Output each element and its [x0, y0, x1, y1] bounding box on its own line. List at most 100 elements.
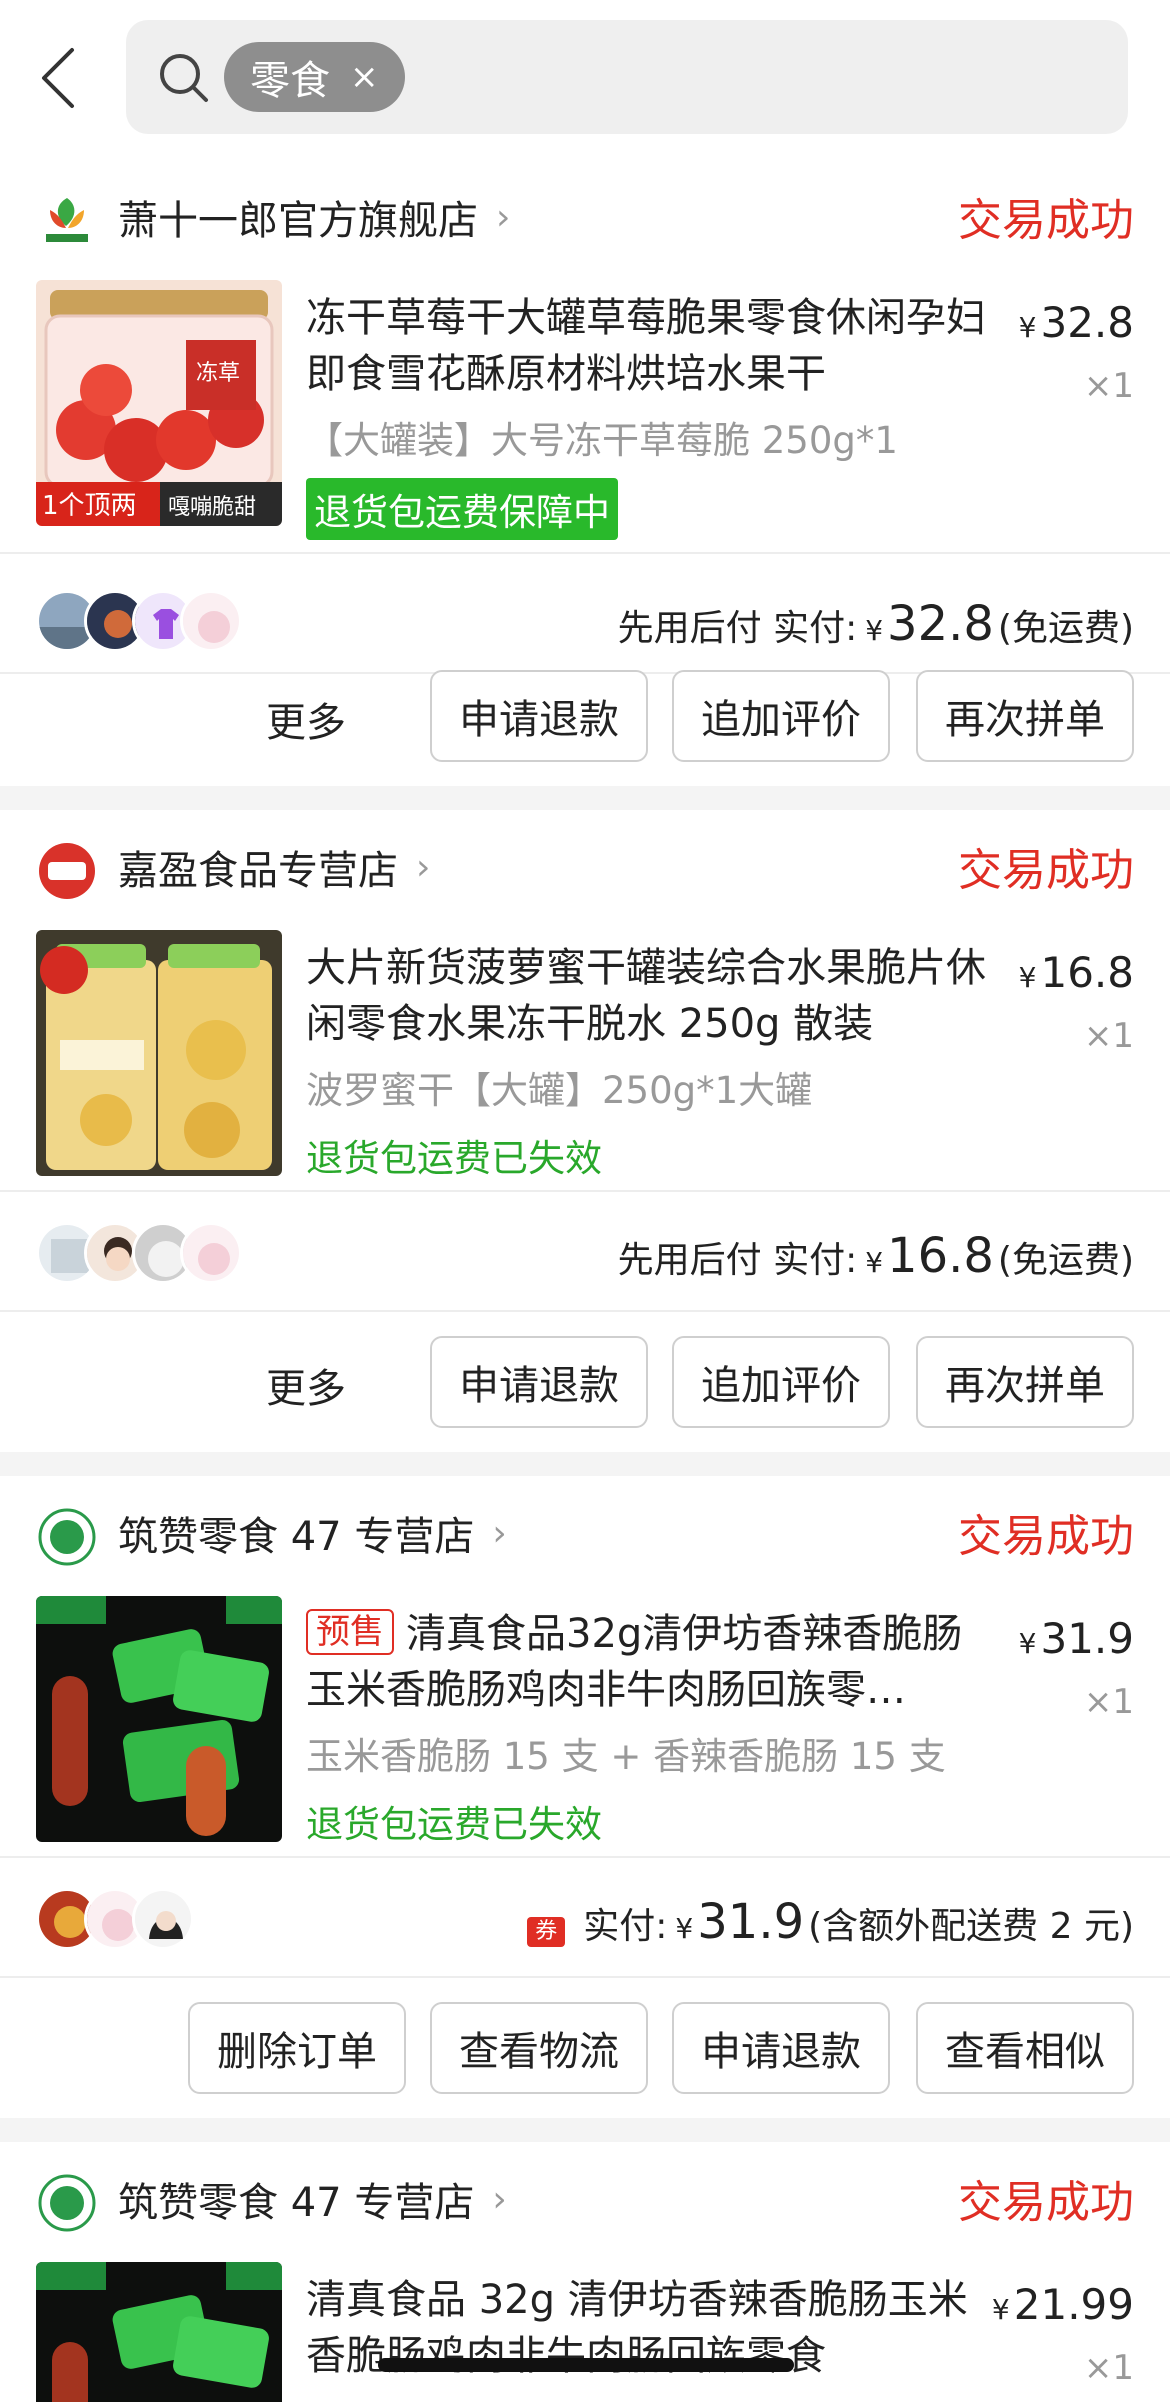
section-gap — [0, 786, 1170, 810]
shop-logo — [36, 190, 98, 252]
search-chip-label: 零食 — [250, 58, 330, 104]
shop-row[interactable]: 嘉盈食品专营店 › 交易成功 — [0, 810, 1170, 908]
chevron-right-icon: › — [492, 1512, 507, 1554]
reorder-button[interactable]: 再次拼单 — [916, 670, 1134, 762]
avatar — [132, 1888, 194, 1950]
currency-symbol: ¥ — [865, 614, 884, 647]
pay-note: (含额外配送费 2 元) — [808, 1906, 1134, 1947]
reorder-button[interactable]: 再次拼单 — [916, 1336, 1134, 1428]
header: 零食 × — [0, 0, 1170, 160]
product-title[interactable]: 冻干草莓干大罐草莓脆果零食休闲孕妇即食雪花酥原材料烘培水果干 — [306, 290, 986, 402]
shop-row[interactable]: 筑赞零食 47 专营店 › 交易成功 — [0, 2142, 1170, 2240]
coupon-icon: 券 — [527, 1917, 566, 1947]
search-chip[interactable]: 零食 × — [224, 42, 405, 112]
view-logistics-button[interactable]: 查看物流 — [430, 2002, 648, 2094]
product-spec: 香辣香脆肠 10 支 + 玉米香脆肠 10 支 — [306, 2392, 946, 2402]
shop-row[interactable]: 萧十一郎官方旗舰店 › 交易成功 — [0, 160, 1170, 258]
request-refund-button[interactable]: 申请退款 — [430, 1336, 648, 1428]
pay-note: (免运费) — [997, 608, 1134, 649]
shop-name[interactable]: 筑赞零食 47 专营店 › — [118, 1504, 507, 1562]
order-actions: 删除订单 查看物流 申请退款 查看相似 — [0, 2002, 1170, 2094]
product-image[interactable] — [36, 2262, 282, 2402]
divider — [0, 1190, 1170, 1192]
product-price: ¥31.9 — [1018, 1614, 1134, 1663]
shop-logo — [36, 2172, 98, 2234]
chevron-right-icon: › — [492, 2178, 507, 2220]
payment-summary: 券 实付: ¥ 31.9 (含额外配送费 2 元) — [527, 1894, 1134, 1950]
order-card: 嘉盈食品专营店 › 交易成功 大片新货菠萝蜜干罐装综合水果脆片休闲零食水果冻干脱… — [0, 810, 1170, 1452]
section-gap — [0, 2118, 1170, 2142]
shop-name[interactable]: 筑赞零食 47 专营店 › — [118, 2170, 507, 2228]
add-review-button[interactable]: 追加评价 — [672, 1336, 890, 1428]
pay-prefix: 实付: — [583, 1906, 668, 1947]
chevron-right-icon: › — [496, 196, 511, 238]
product-qty: ×1 — [1083, 366, 1134, 406]
product-qty: ×1 — [1083, 1682, 1134, 1722]
delete-order-button[interactable]: 删除订单 — [188, 2002, 406, 2094]
product-title[interactable]: 预售 清真食品32g清伊坊香辣香脆肠玉米香脆肠鸡肉非牛肉肠回族零… — [306, 1606, 986, 1718]
currency-symbol: ¥ — [675, 1912, 694, 1945]
order-card: 萧十一郎官方旗舰店 › 交易成功 冻草 1个顶两 嘎嘣脆甜 冻干草莓干大罐草莓脆… — [0, 160, 1170, 786]
shop-logo — [36, 1506, 98, 1568]
home-indicator[interactable] — [378, 2358, 794, 2372]
request-refund-button[interactable]: 申请退款 — [672, 2002, 890, 2094]
product-spec: 玉米香脆肠 15 支 + 香辣香脆肠 15 支 — [306, 1735, 946, 1778]
search-bar[interactable]: 零食 × — [126, 20, 1128, 134]
shop-name-label: 嘉盈食品专营店 — [118, 848, 398, 894]
search-icon — [160, 54, 208, 102]
product-title-text: 清真食品32g清伊坊香辣香脆肠玉米香脆肠鸡肉非牛肉肠回族零… — [306, 1611, 963, 1713]
svg-text:冻草: 冻草 — [196, 361, 240, 386]
chip-close-icon[interactable]: × — [350, 57, 379, 97]
product-qty: ×1 — [1083, 1016, 1134, 1056]
product-image[interactable]: 冻草 1个顶两 嘎嘣脆甜 — [36, 280, 282, 526]
more-button[interactable]: 更多 — [266, 1356, 346, 1414]
chevron-left-icon — [42, 48, 74, 108]
order-status: 交易成功 — [958, 845, 1134, 896]
divider — [0, 552, 1170, 554]
pay-amount: 16.8 — [887, 1228, 994, 1284]
image-badge: 嘎嘣脆甜 — [168, 495, 256, 520]
shop-row[interactable]: 筑赞零食 47 专营店 › 交易成功 — [0, 1476, 1170, 1574]
product-image[interactable] — [36, 1596, 282, 1842]
pay-prefix: 先用后付 实付: — [617, 1240, 858, 1281]
add-review-button[interactable]: 追加评价 — [672, 670, 890, 762]
product-price: ¥16.8 — [1018, 948, 1134, 997]
shop-name[interactable]: 萧十一郎官方旗舰店 › — [118, 188, 510, 246]
shop-name[interactable]: 嘉盈食品专营店 › — [118, 838, 430, 896]
chevron-right-icon: › — [416, 846, 431, 888]
price-value: 31.9 — [1040, 1614, 1134, 1663]
more-button[interactable]: 更多 — [266, 690, 346, 748]
payment-summary: 先用后付 实付: ¥ 32.8 (免运费) — [618, 596, 1134, 652]
pay-amount: 32.8 — [887, 596, 994, 652]
pay-note: (免运费) — [997, 1240, 1134, 1281]
order-actions: 更多 申请退款 追加评价 再次拼单 — [0, 670, 1170, 762]
request-refund-button[interactable]: 申请退款 — [430, 670, 648, 762]
order-card: 筑赞零食 47 专营店 › 交易成功 预售 清真食品32g清伊坊香辣香脆肠玉米香脆… — [0, 1476, 1170, 2118]
image-badge: 1个顶两 — [42, 491, 137, 521]
pay-amount: 31.9 — [697, 1894, 805, 1950]
presale-tag: 预售 — [306, 1609, 394, 1655]
avatar — [180, 1222, 242, 1284]
return-shipping-badge: 退货包运费保障中 — [306, 478, 618, 540]
currency-symbol: ¥ — [865, 1246, 884, 1279]
shop-name-label: 萧十一郎官方旗舰店 — [118, 198, 478, 244]
payment-summary: 先用后付 实付: ¥ 16.8 (免运费) — [618, 1228, 1134, 1284]
avatar — [180, 590, 242, 652]
product-title[interactable]: 大片新货菠萝蜜干罐装综合水果脆片休闲零食水果冻干脱水 250g 散装 — [306, 940, 986, 1052]
product-qty: ×1 — [1083, 2348, 1134, 2388]
order-actions: 更多 申请退款 追加评价 再次拼单 — [0, 1336, 1170, 1428]
product-spec: 波罗蜜干【大罐】250g*1大罐 — [306, 1069, 813, 1112]
order-status: 交易成功 — [958, 1511, 1134, 1562]
price-value: 21.99 — [1013, 2280, 1134, 2329]
product-price: ¥21.99 — [991, 2280, 1134, 2329]
view-similar-button[interactable]: 查看相似 — [916, 2002, 1134, 2094]
divider — [0, 1310, 1170, 1312]
order-status: 交易成功 — [958, 2177, 1134, 2228]
divider — [0, 1976, 1170, 1978]
back-button[interactable] — [32, 42, 92, 114]
price-value: 32.8 — [1040, 298, 1134, 347]
product-image[interactable] — [36, 930, 282, 1176]
return-shipping-badge: 退货包运费已失效 — [306, 1137, 602, 1180]
shop-name-label: 筑赞零食 47 专营店 — [118, 1514, 475, 1560]
order-status: 交易成功 — [958, 195, 1134, 246]
